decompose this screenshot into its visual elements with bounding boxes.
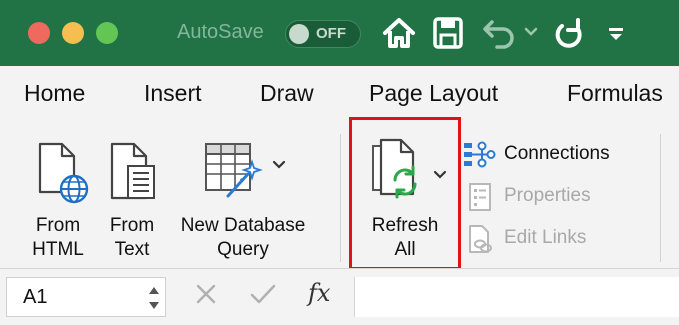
autosave-toggle[interactable]: OFF <box>285 20 361 48</box>
title-bar: AutoSave OFF <box>0 0 679 66</box>
ribbon-tabs: Home Insert Draw Page Layout Formulas <box>0 66 679 124</box>
new-database-query-label-line2: Query <box>217 239 269 260</box>
formula-input[interactable] <box>354 277 679 317</box>
connections-button[interactable]: Connections <box>462 138 642 170</box>
tab-insert[interactable]: Insert <box>144 80 202 107</box>
edit-links-button: Edit Links <box>462 222 622 254</box>
redo-icon[interactable] <box>552 16 586 52</box>
tab-formulas[interactable]: Formulas <box>567 80 663 107</box>
save-icon[interactable] <box>432 16 464 50</box>
insert-function-icon[interactable]: fx <box>308 279 330 307</box>
group-separator <box>340 134 341 262</box>
undo-dropdown-icon[interactable] <box>524 26 538 38</box>
properties-icon <box>469 183 491 211</box>
tab-home[interactable]: Home <box>24 80 85 107</box>
refresh-all-highlight <box>349 117 461 270</box>
connections-icon <box>464 141 496 168</box>
edit-links-label: Edit Links <box>504 227 587 248</box>
undo-icon[interactable] <box>481 16 517 50</box>
enter-checkmark-icon[interactable] <box>248 281 278 307</box>
autosave-toggle-knob <box>289 24 309 44</box>
from-html-label-line1: From <box>35 215 81 236</box>
from-html-label-line2: HTML <box>32 239 84 260</box>
group-separator <box>660 134 661 262</box>
formula-bar: A1 fx <box>0 268 679 325</box>
properties-label: Properties <box>504 185 591 206</box>
maximize-window-button[interactable] <box>96 22 118 44</box>
from-text-label-line2: Text <box>114 239 150 260</box>
name-box-value: A1 <box>23 286 48 308</box>
from-text-label-line1: From <box>109 215 155 236</box>
properties-button: Properties <box>462 180 622 212</box>
database-query-icon <box>205 143 263 198</box>
ribbon-panel: From HTML From Text New Database Query R… <box>0 124 679 268</box>
autosave-label: AutoSave <box>177 21 264 43</box>
connections-label: Connections <box>504 143 610 164</box>
chevron-down-icon[interactable] <box>272 160 286 170</box>
edit-links-icon <box>469 225 492 253</box>
name-box-stepper-icon[interactable] <box>147 283 161 313</box>
tab-draw[interactable]: Draw <box>260 80 314 107</box>
html-document-globe-icon <box>38 142 89 204</box>
tab-page-layout[interactable]: Page Layout <box>369 80 498 107</box>
minimize-window-button[interactable] <box>62 22 84 44</box>
home-icon[interactable] <box>382 16 416 50</box>
cancel-icon[interactable] <box>193 281 219 307</box>
new-database-query-label-line1: New Database <box>180 215 306 236</box>
name-box[interactable]: A1 <box>6 277 166 317</box>
autosave-state: OFF <box>316 25 346 42</box>
text-document-icon <box>110 142 155 200</box>
close-window-button[interactable] <box>28 22 50 44</box>
from-text-button[interactable]: From Text <box>100 132 164 262</box>
new-database-query-button[interactable]: New Database Query <box>170 132 316 262</box>
customize-toolbar-icon[interactable] <box>607 26 625 42</box>
from-html-button[interactable]: From HTML <box>18 132 98 262</box>
